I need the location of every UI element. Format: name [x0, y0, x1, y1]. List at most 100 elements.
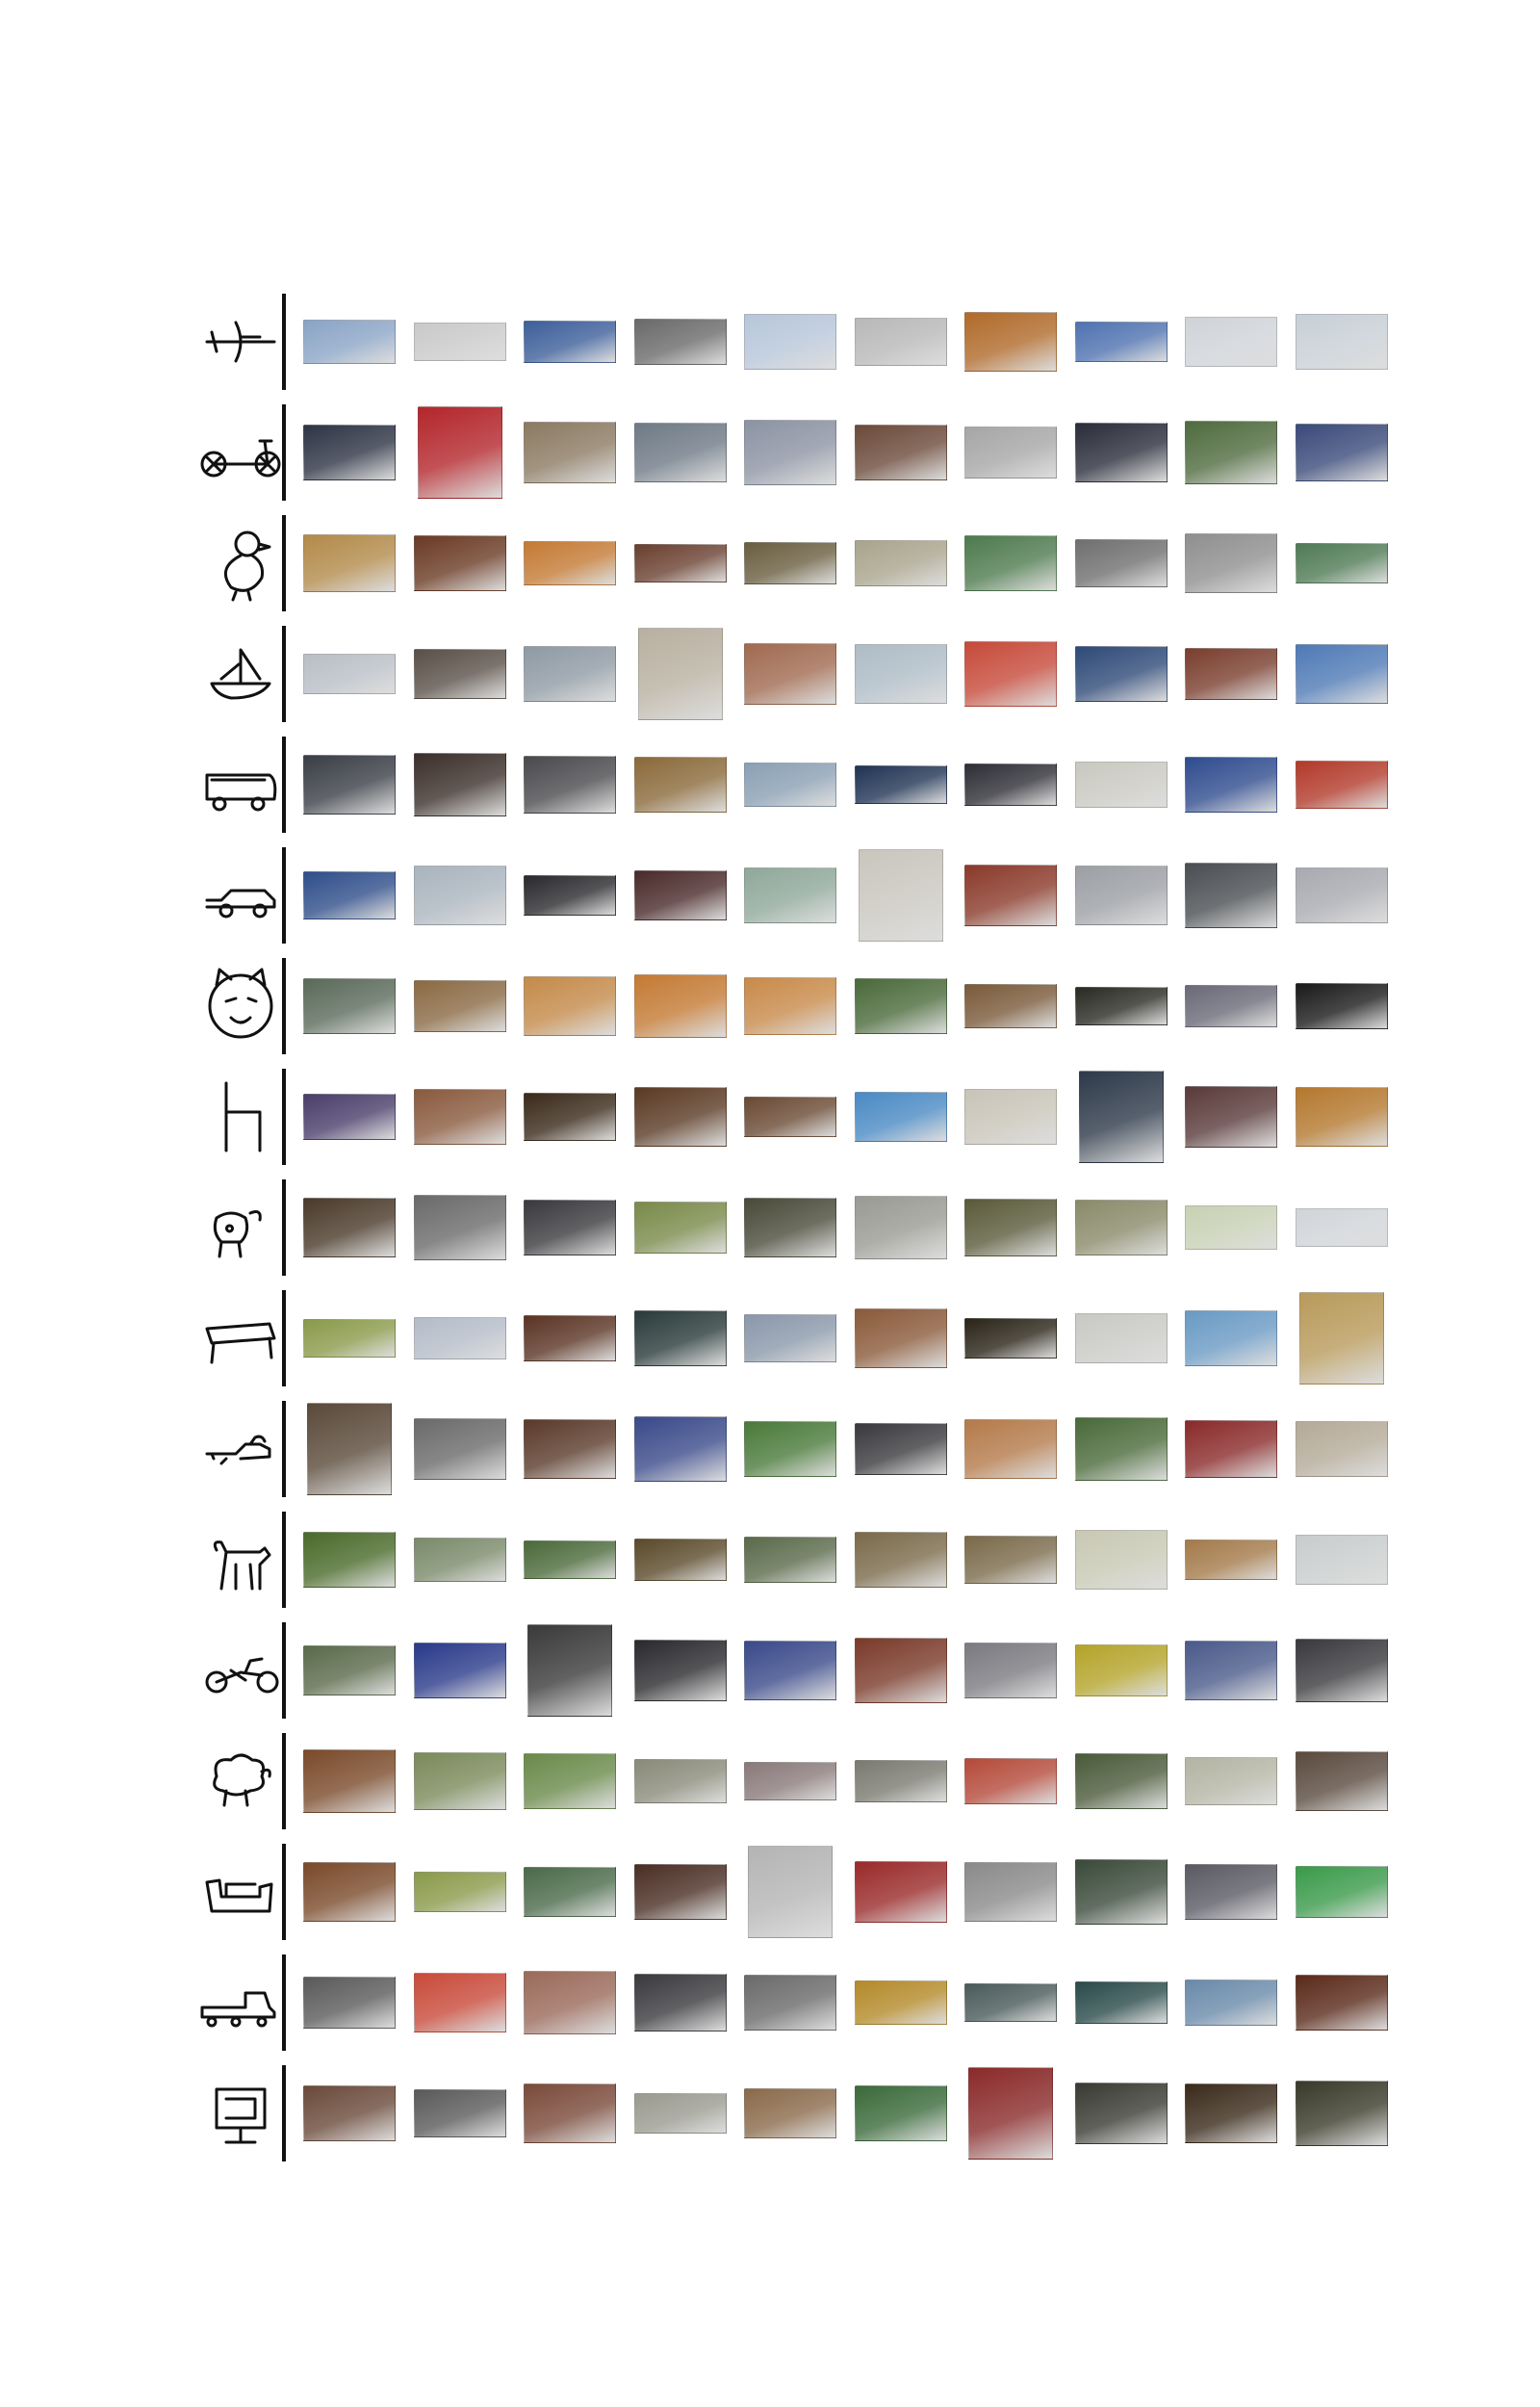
retrieved-photo — [854, 1196, 947, 1259]
retrieved-photo — [968, 2067, 1053, 2160]
retrieved-photo — [1185, 1980, 1277, 2026]
retrieved-photo — [303, 425, 396, 480]
retrieved-photo — [1074, 1644, 1168, 1696]
retrieved-photo — [1074, 2083, 1168, 2144]
retrieved-photo — [964, 984, 1057, 1028]
retrieved-photo — [413, 1643, 506, 1698]
cat-sketch-icon — [192, 958, 289, 1054]
retrieved-photo — [524, 1867, 616, 1917]
retrieved-photo — [1074, 866, 1168, 925]
retrieved-photo — [1185, 1641, 1277, 1700]
retrieved-photo — [964, 1199, 1057, 1256]
retrieved-photo — [633, 544, 727, 582]
retrieved-photo — [744, 542, 836, 584]
result-row — [192, 847, 1405, 944]
retrieved-photo — [744, 763, 836, 807]
retrieved-photo — [1295, 1087, 1388, 1147]
retrieved-photo — [964, 1862, 1057, 1922]
query-divider — [282, 1512, 286, 1608]
train-sketch-icon — [192, 1954, 289, 2051]
retrieved-photo — [964, 865, 1057, 926]
retrieved-photo — [303, 1749, 396, 1813]
retrieved-photo — [858, 849, 943, 942]
retrieved-photo — [633, 1539, 727, 1581]
retrieved-photo — [964, 1419, 1057, 1479]
retrieved-photo — [413, 323, 506, 361]
retrieved-photo — [1074, 1530, 1168, 1590]
retrieved-photo — [1074, 322, 1168, 362]
retrieved-photo — [964, 641, 1057, 707]
retrieved-photo — [1295, 761, 1388, 809]
result-row — [192, 626, 1405, 722]
retrieved-photo — [744, 1537, 836, 1583]
result-row — [192, 737, 1405, 833]
sketch-retrieval-figure — [0, 0, 1540, 2407]
retrieved-photo — [303, 2085, 396, 2141]
sheep-sketch-icon — [192, 1733, 289, 1829]
retrieved-photo — [744, 1198, 836, 1257]
retrieved-photo — [1295, 1421, 1388, 1477]
table-sketch-icon — [192, 1290, 289, 1386]
retrieved-photo — [1295, 424, 1388, 481]
retrieved-photo — [1185, 1757, 1277, 1805]
result-row — [192, 1622, 1405, 1719]
retrieved-photo — [307, 1403, 392, 1495]
retrieved-photo — [744, 1314, 836, 1362]
retrieved-photo — [413, 1538, 506, 1582]
retrieved-photo — [413, 535, 506, 591]
retrieved-photo — [524, 321, 616, 363]
retrieved-photo — [1295, 1866, 1388, 1918]
retrieved-photo — [524, 875, 616, 916]
retrieved-photo — [413, 1752, 506, 1810]
retrieved-photo — [854, 2085, 947, 2141]
retrieved-photo — [413, 1089, 506, 1145]
retrieved-photo — [854, 1532, 947, 1588]
result-row — [192, 404, 1405, 501]
motorbike-sketch-icon — [192, 1622, 289, 1719]
retrieved-photo — [1074, 762, 1168, 808]
query-divider — [282, 404, 286, 501]
retrieved-photo — [524, 1753, 616, 1809]
retrieved-photo — [413, 2089, 506, 2137]
retrieved-photo — [524, 1315, 616, 1361]
sofa-sketch-icon — [192, 1844, 289, 1940]
retrieved-photo — [744, 867, 836, 923]
result-row — [192, 1844, 1405, 1940]
retrieved-photo — [303, 320, 396, 364]
query-divider — [282, 1290, 286, 1386]
retrieved-photo — [1074, 1859, 1168, 1925]
retrieved-photo — [303, 1645, 396, 1695]
retrieved-photo — [633, 1974, 727, 2032]
retrieved-photo — [413, 866, 506, 925]
retrieved-photo — [964, 1758, 1057, 1804]
retrieved-photo — [527, 1624, 612, 1717]
retrieved-photo — [1185, 1086, 1277, 1148]
retrieved-photo — [964, 535, 1057, 591]
retrieved-photo — [413, 753, 506, 816]
retrieved-photo — [964, 1318, 1057, 1359]
retrieved-photo — [524, 756, 616, 814]
retrieved-photo — [413, 980, 506, 1032]
retrieved-photo — [1295, 314, 1388, 370]
query-divider — [282, 847, 286, 944]
retrieved-photo — [1185, 421, 1277, 484]
retrieved-photo — [633, 1864, 727, 1920]
bicycle-sketch-icon — [192, 404, 289, 501]
query-divider — [282, 515, 286, 611]
retrieved-photo — [1185, 533, 1277, 593]
retrieved-photo — [1295, 2081, 1388, 2146]
retrieved-photo — [964, 1536, 1057, 1584]
retrieved-photo — [1078, 1071, 1164, 1163]
query-divider — [282, 1401, 286, 1497]
bus-sketch-icon — [192, 737, 289, 833]
retrieved-photo — [413, 1418, 506, 1480]
query-divider — [282, 626, 286, 722]
retrieved-photo — [633, 757, 727, 813]
retrieved-photo — [1298, 1292, 1384, 1385]
retrieved-photo — [1074, 1313, 1168, 1363]
retrieved-photo — [854, 1980, 947, 2025]
retrieved-photo — [303, 1862, 396, 1922]
retrieved-photo — [964, 1643, 1057, 1698]
retrieved-photo — [854, 425, 947, 480]
retrieved-photo — [1074, 1753, 1168, 1809]
